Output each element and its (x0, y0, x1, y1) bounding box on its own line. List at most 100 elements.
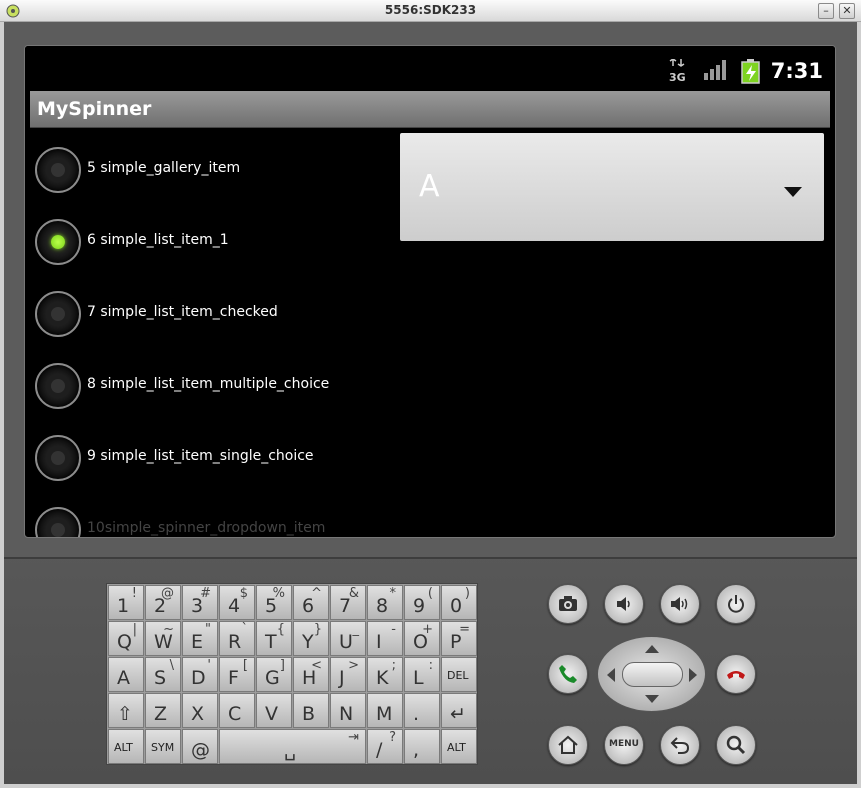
key-main-label: 1 (117, 595, 130, 617)
back-button[interactable] (660, 725, 700, 765)
key-1-6[interactable]: U _ (330, 621, 366, 656)
key-2-3[interactable]: F[ (219, 657, 255, 692)
key-slash[interactable]: /? (367, 729, 403, 764)
key-3-7[interactable]: M (367, 693, 403, 728)
key-2-0[interactable]: A (108, 657, 144, 692)
key-2-8[interactable]: L: (404, 657, 440, 692)
network-3g-icon: 3G (669, 59, 686, 83)
key-main-label: E (191, 631, 204, 653)
key-main-label: 4 (228, 595, 241, 617)
home-button[interactable] (548, 725, 588, 765)
key-space[interactable]: ␣ ⇥ (219, 729, 366, 764)
key-1-0[interactable]: Q | (108, 621, 144, 656)
key-0-2[interactable]: 3 # (182, 585, 218, 620)
menu-button[interactable]: MENU (604, 725, 644, 765)
dpad-down-icon[interactable] (645, 695, 659, 703)
key-0-5[interactable]: 6 ^ (293, 585, 329, 620)
key-2-6[interactable]: J > (330, 657, 366, 692)
radio-item-9[interactable]: 9 simple_list_item_single_choice (35, 433, 395, 483)
radio-button-checked[interactable] (35, 219, 81, 265)
radio-button[interactable] (35, 147, 81, 193)
radio-button[interactable] (35, 363, 81, 409)
key-3-0[interactable]: ⇧ (108, 693, 144, 728)
radio-item-7[interactable]: 7 simple_list_item_checked (35, 289, 395, 339)
search-button[interactable] (716, 725, 756, 765)
radio-item-5[interactable]: 5 simple_gallery_item (35, 145, 395, 195)
volume-down-button[interactable] (604, 584, 644, 624)
key-main-label: C (228, 703, 242, 725)
key-3-3[interactable]: C (219, 693, 255, 728)
key-alt-label: [ (242, 658, 248, 673)
radio-button[interactable] (35, 435, 81, 481)
dpad-center[interactable] (622, 662, 683, 687)
dpad-right-icon[interactable] (689, 668, 697, 682)
key-alt-label: ) (464, 586, 470, 601)
key-1-2[interactable]: E " (182, 621, 218, 656)
key-main-label: K (376, 667, 389, 689)
key-3-4[interactable]: V (256, 693, 292, 728)
key-comma[interactable]: , (404, 729, 440, 764)
call-button[interactable] (548, 654, 588, 694)
key-sym[interactable]: SYM (145, 729, 181, 764)
volume-up-button[interactable] (660, 584, 700, 624)
key-alt-label: ] (279, 658, 285, 673)
radio-label: 9 simple_list_item_single_choice (87, 448, 314, 464)
key-1-7[interactable]: I- (367, 621, 403, 656)
key-3-5[interactable]: B (293, 693, 329, 728)
key-alt-label: % (272, 586, 285, 601)
key-alt-label: _ (352, 622, 360, 637)
battery-charging-icon (741, 59, 760, 84)
radio-item-8[interactable]: 8 simple_list_item_multiple_choice (35, 361, 395, 411)
key-alt-label: ~ (163, 622, 174, 637)
key-0-7[interactable]: 8 * (367, 585, 403, 620)
radio-button[interactable] (35, 507, 81, 537)
key-2-4[interactable]: G] (256, 657, 292, 692)
key-1-1[interactable]: W ~ (145, 621, 181, 656)
key-main-label: , (413, 739, 420, 761)
key-0-1[interactable]: 2 @ (145, 585, 181, 620)
key-3-1[interactable]: Z (145, 693, 181, 728)
key-0-8[interactable]: 9( (404, 585, 440, 620)
key-0-4[interactable]: 5% (256, 585, 292, 620)
key-main-label: / (376, 739, 383, 761)
key-1-4[interactable]: T{ (256, 621, 292, 656)
device-screen: 3G 7:31 MySpinner 5 simple_gallery_item … (24, 45, 836, 538)
key-main-label: A (117, 667, 130, 689)
dpad-up-icon[interactable] (645, 645, 659, 653)
power-icon (728, 595, 744, 613)
key-1-9[interactable]: P = (441, 621, 477, 656)
key-3-2[interactable]: X (182, 693, 218, 728)
radio-item-6[interactable]: 6 simple_list_item_1 (35, 217, 395, 267)
key-2-9[interactable]: DEL (441, 657, 477, 692)
key-2-7[interactable]: K; (367, 657, 403, 692)
key-1-8[interactable]: O + (404, 621, 440, 656)
key-3-8[interactable]: . (404, 693, 440, 728)
radio-button[interactable] (35, 291, 81, 337)
key-2-5[interactable]: H < (293, 657, 329, 692)
key-3-6[interactable]: N (330, 693, 366, 728)
key-alt-label: : (428, 658, 433, 673)
minimize-button[interactable]: – (818, 3, 834, 19)
key-1-5[interactable]: Y} (293, 621, 329, 656)
dpad-left-icon[interactable] (607, 668, 615, 682)
key-1-3[interactable]: R ` (219, 621, 255, 656)
key-0-0[interactable]: 1! (108, 585, 144, 620)
key-0-9[interactable]: 0) (441, 585, 477, 620)
key-alt-right[interactable]: ALT (441, 729, 477, 764)
end-call-button[interactable] (716, 654, 756, 694)
key-2-2[interactable]: D ' (182, 657, 218, 692)
key-0-3[interactable]: 4 $ (219, 585, 255, 620)
radio-item-10[interactable]: 10simple_spinner_dropdown_item (35, 505, 395, 537)
spinner-dropdown[interactable]: A (400, 133, 824, 241)
key-3-9[interactable]: ↵ (441, 693, 477, 728)
power-button[interactable] (716, 584, 756, 624)
camera-button[interactable] (548, 584, 588, 624)
key-0-6[interactable]: 7 & (330, 585, 366, 620)
key-main-label: Q (117, 631, 132, 653)
key-2-1[interactable]: S \ (145, 657, 181, 692)
key-main-label: . (413, 703, 420, 725)
dpad[interactable] (597, 636, 706, 712)
key-at[interactable]: @ (182, 729, 218, 764)
key-alt-left[interactable]: ALT (108, 729, 144, 764)
close-button[interactable]: ✕ (839, 3, 855, 19)
